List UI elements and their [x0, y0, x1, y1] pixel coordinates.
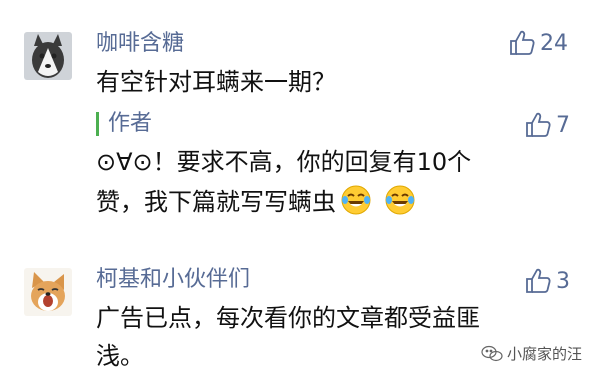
- comment-text-line2: 浅。: [96, 342, 144, 370]
- reply-like-button[interactable]: 7: [524, 110, 570, 140]
- tears-of-joy-emoji: [341, 185, 371, 215]
- reply-author-label: 作者: [108, 111, 153, 136]
- reply-text-line2-row: 赞，我下篇就写写螨虫: [96, 182, 416, 222]
- watermark: 小腐家的汪: [481, 343, 582, 364]
- avatar-corgi[interactable]: [24, 268, 72, 316]
- watermark-text: 小腐家的汪: [506, 345, 582, 363]
- like-button[interactable]: 3: [524, 266, 570, 296]
- comment-nickname[interactable]: 咖啡含糖: [96, 30, 184, 58]
- like-count: 24: [540, 30, 568, 56]
- reply-indicator-bar: [96, 112, 99, 136]
- thumbs-up-icon: [510, 30, 535, 55]
- like-button[interactable]: 24: [508, 28, 568, 58]
- comment-text-line1: 广告已点，每次看你的文章都受益匪: [96, 304, 480, 332]
- reply-like-count: 7: [556, 112, 570, 138]
- comment-nickname[interactable]: 柯基和小伙伴们: [96, 266, 250, 294]
- avatar-husky[interactable]: [24, 32, 72, 80]
- thumbs-up-icon: [526, 112, 551, 137]
- wechat-icon: [481, 345, 503, 361]
- thumbs-up-icon: [526, 268, 551, 293]
- comment-text: 有空针对耳螨来一期？: [96, 68, 336, 96]
- tears-of-joy-emoji: [385, 185, 415, 215]
- comments-page: 咖啡含糖 24 有空针对耳螨来一期？ 作者 7 ⊙∀⊙！要求不高，你的回复有10…: [0, 0, 600, 376]
- reply-text-line1: ⊙∀⊙！要求不高，你的回复有10个: [96, 148, 472, 176]
- reply-text-line2: 赞，我下篇就写写螨虫: [96, 188, 336, 216]
- like-count: 3: [556, 268, 570, 294]
